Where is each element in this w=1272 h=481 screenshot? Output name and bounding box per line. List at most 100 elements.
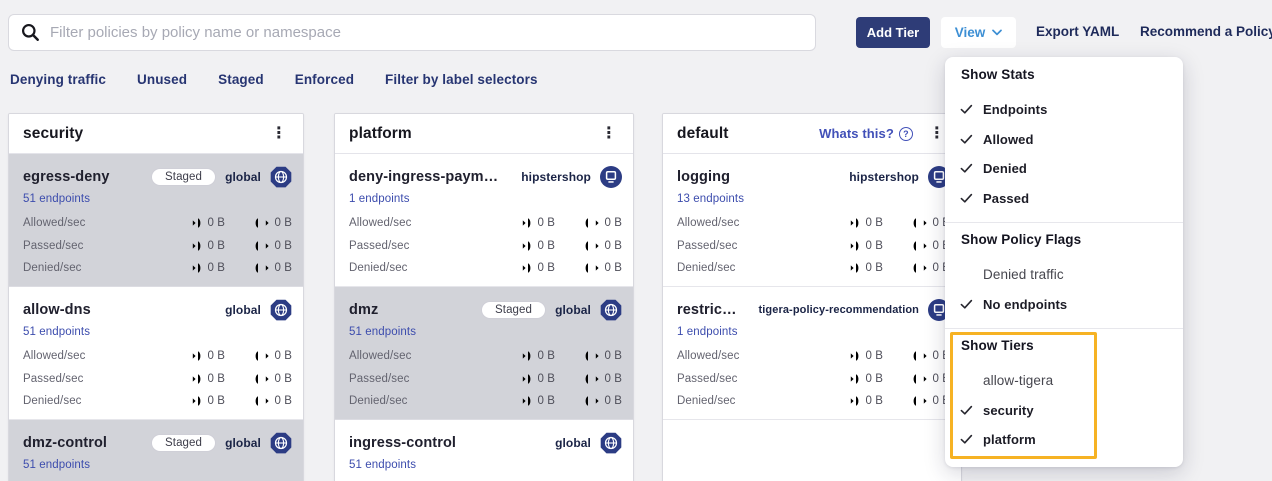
check-icon [960,134,973,145]
endpoints-link[interactable]: 51 endpoints [349,459,416,471]
stat-value: 0 B [274,350,292,362]
policy-card-egress-deny[interactable]: egress-deny Staged global 51 endpoints A… [9,154,303,287]
endpoints-link[interactable]: 51 endpoints [349,326,416,338]
stat-value: 0 B [865,350,883,362]
menu-item-label: allow-tigera [983,373,1053,388]
policy-stats: Allowed/sec 0 B 0 B Passed/sec 0 B 0 B D… [349,345,622,413]
menu-item-label: Passed [983,191,1029,206]
egress-icon [253,262,270,274]
ingress-icon [516,217,533,229]
stat-row-denied: Denied/sec 0 B 0 B [349,257,622,280]
menu-item-security[interactable]: security [945,396,1183,426]
policy-board-page: Add Tier View Export YAML Recommend a Po… [0,0,1272,481]
egress-icon [911,395,928,407]
policy-stats: Allowed/sec 0 B 0 B Passed/sec 0 B 0 B D… [349,212,622,280]
menu-item-allow-tigera[interactable]: allow-tigera [945,366,1183,396]
stat-row-denied: Denied/sec 0 B 0 B [349,390,622,413]
endpoints-link[interactable]: 13 endpoints [677,193,744,205]
menu-item-endpoints[interactable]: Endpoints [945,95,1183,125]
menu-section-show-policy-flags: Show Policy Flags Denied traffic No endp… [945,232,1183,319]
add-tier-button[interactable]: Add Tier [856,17,930,48]
policy-scope: global [225,170,261,184]
endpoints-link[interactable]: 51 endpoints [23,193,90,205]
policy-card-ingress-control[interactable]: ingress-control global 51 endpoints [335,420,633,481]
recommend-policy-button[interactable]: Recommend a Policy [1140,24,1272,39]
stat-value: 0 B [865,373,883,385]
stat-row-allowed: Allowed/sec 0 B 0 B [23,212,292,235]
policy-card-restricted[interactable]: restricted tigera-policy-recommendation … [663,287,961,420]
menu-item-passed[interactable]: Passed [945,184,1183,214]
egress-icon [583,350,600,362]
ingress-stat: 0 B [168,217,225,229]
tier-column-platform: platform ⋮ deny-ingress-paymentservi… hi… [334,113,634,481]
export-yaml-button[interactable]: Export YAML [1036,24,1119,39]
egress-stat: 0 B [235,262,292,274]
staged-badge: Staged [151,434,216,452]
policy-stats: Allowed/sec 0 B 0 B Passed/sec 0 B 0 B D… [677,345,950,413]
search-input[interactable] [50,24,803,41]
stat-row-allowed: Allowed/sec 0 B 0 B [349,212,622,235]
egress-stat: 0 B [235,240,292,252]
policy-name: ingress-control [349,435,456,451]
ingress-icon [516,240,533,252]
ingress-stat: 0 B [498,240,555,252]
menu-item-no-endpoints[interactable]: No endpoints [945,290,1183,320]
kebab-menu-icon[interactable]: ⋮ [597,124,621,144]
stat-value: 0 B [604,373,622,385]
ingress-stat: 0 B [498,350,555,362]
policy-card-dmz[interactable]: dmz Staged global 51 endpoints Allowed/s… [335,287,633,420]
stat-value: 0 B [865,240,883,252]
stat-label: Passed/sec [349,373,498,385]
endpoints-link[interactable]: 51 endpoints [23,326,90,338]
filter-label-selectors[interactable]: Filter by label selectors [385,72,538,87]
stat-row-denied: Denied/sec 0 B 0 B [677,257,950,280]
menu-item-denied-traffic[interactable]: Denied traffic [945,260,1183,290]
ingress-icon [844,217,861,229]
filter-denying-traffic[interactable]: Denying traffic [10,72,106,87]
stat-label: Passed/sec [677,240,826,252]
filter-unused[interactable]: Unused [137,72,187,87]
tier-header-default: default Whats this? ? ⋮ [663,114,961,154]
policy-name: logging [677,169,730,185]
menu-item-platform[interactable]: platform [945,425,1183,455]
policy-stats: Allowed/sec 0 B 0 B Passed/sec 0 B 0 B D… [23,345,292,413]
stat-value: 0 B [865,217,883,229]
policy-card-allow-dns[interactable]: allow-dns global 51 endpoints Allowed/se… [9,287,303,420]
menu-section-show-tiers: Show Tiers allow-tigera security platfor… [945,338,1183,455]
ingress-icon [186,217,203,229]
menu-item-allowed[interactable]: Allowed [945,125,1183,155]
filter-enforced[interactable]: Enforced [295,72,354,87]
menu-item-denied[interactable]: Denied [945,154,1183,184]
filter-staged[interactable]: Staged [218,72,264,87]
tier-header-platform: platform ⋮ [335,114,633,154]
stat-label: Allowed/sec [677,217,826,229]
view-dropdown-button[interactable]: View [941,17,1016,48]
policy-scope: global [225,436,261,450]
egress-icon [253,240,270,252]
whats-this-link[interactable]: Whats this? ? [819,126,913,141]
tier-column-default: default Whats this? ? ⋮ logging hipsters… [662,113,962,481]
egress-stat: 0 B [893,350,950,362]
global-policy-icon [270,299,292,321]
stat-value: 0 B [537,240,555,252]
view-button-label: View [955,25,986,40]
egress-stat: 0 B [565,395,622,407]
stat-value: 0 B [207,373,225,385]
ingress-icon [844,373,861,385]
policy-card-dmz-control[interactable]: dmz-control Staged global 51 endpoints [9,420,303,481]
egress-icon [911,262,928,274]
ingress-stat: 0 B [498,217,555,229]
endpoints-link[interactable]: 1 endpoints [677,326,738,338]
search-icon [21,23,40,42]
endpoints-link[interactable]: 51 endpoints [23,459,90,471]
policy-card-logging[interactable]: logging hipstershop 13 endpoints Allowed… [663,154,961,287]
kebab-menu-icon[interactable]: ⋮ [267,124,291,144]
policy-namespace: hipstershop [849,170,919,184]
endpoints-link[interactable]: 1 endpoints [349,193,410,205]
policy-card-deny-ingress-paymentservice[interactable]: deny-ingress-paymentservi… hipstershop 1… [335,154,633,287]
stat-label: Denied/sec [677,395,826,407]
egress-icon [253,395,270,407]
stat-value: 0 B [865,395,883,407]
ingress-icon [844,262,861,274]
stat-label: Passed/sec [23,373,168,385]
